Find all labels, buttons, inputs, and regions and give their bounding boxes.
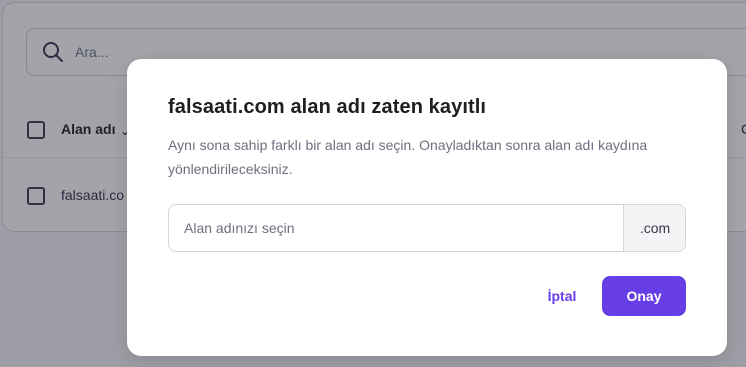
dialog-description: Aynı sona sahip farklı bir alan adı seçi… [168,137,648,177]
domain-extension-label: .com [623,205,685,251]
domain-input-group: .com [168,204,686,252]
confirm-button[interactable]: Onay [602,276,686,316]
domain-taken-dialog: falsaati.com alan adı zaten kayıtlı Aynı… [127,59,727,356]
domain-name-input[interactable] [169,205,623,251]
dialog-title: falsaati.com alan adı zaten kayıtlı [168,96,487,118]
cancel-button[interactable]: İptal [517,276,607,316]
